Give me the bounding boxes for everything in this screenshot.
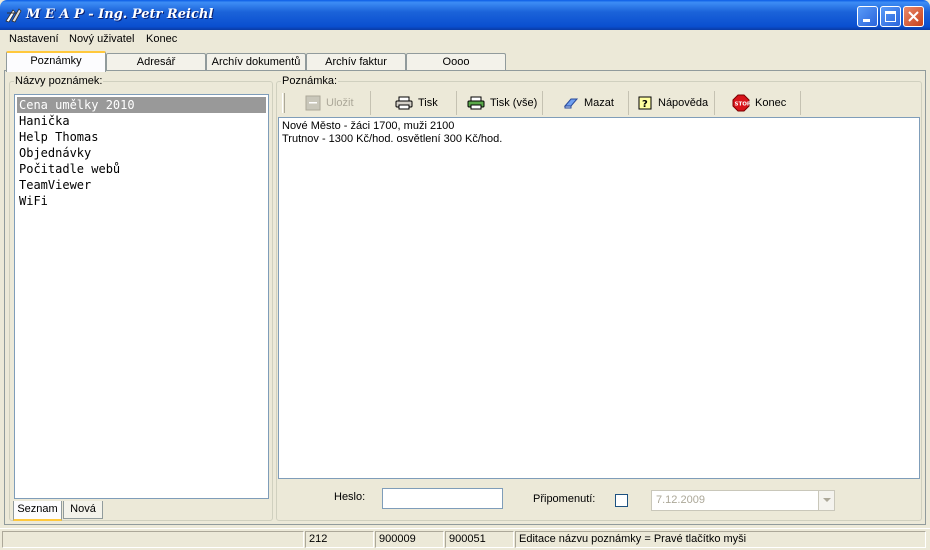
help-icon: ? bbox=[638, 96, 652, 110]
toolbar-grip[interactable] bbox=[282, 93, 285, 113]
notes-list[interactable]: Cena umělky 2010 Hanička Help Thomas Obj… bbox=[14, 94, 269, 499]
note-line: Trutnov - 1300 Kč/hod. osvětlení 300 Kč/… bbox=[282, 133, 503, 145]
status-cell: 900009 bbox=[375, 531, 444, 548]
reminder-label: Připomenutí: bbox=[533, 493, 596, 505]
list-item[interactable]: TeamViewer bbox=[17, 177, 266, 193]
subtab-list[interactable]: Seznam bbox=[13, 501, 62, 521]
help-button[interactable]: ? Nápověda bbox=[629, 91, 715, 115]
close-icon bbox=[908, 11, 919, 22]
exit-label: Konec bbox=[755, 97, 787, 109]
window-title: M E A P - Ing. Petr Reichl bbox=[26, 7, 214, 22]
reminder-checkbox[interactable] bbox=[615, 494, 628, 507]
menu-new-user[interactable]: Nový uživatel bbox=[69, 33, 134, 45]
note-toolbar: Uložit Tisk Tisk (vše) Mazat ? Nápověda bbox=[279, 90, 919, 116]
maximize-button[interactable] bbox=[880, 6, 901, 27]
print-label: Tisk bbox=[418, 97, 438, 109]
reminder-date-value: 7.12.2009 bbox=[656, 494, 705, 506]
status-cell: 212 bbox=[305, 531, 374, 548]
list-item[interactable]: Hanička bbox=[17, 113, 266, 129]
tab-address-book[interactable]: Adresář bbox=[106, 53, 206, 71]
status-hint: Editace názvu poznámky = Pravé tlačítko … bbox=[515, 531, 926, 548]
svg-text:STOP: STOP bbox=[735, 102, 751, 108]
save-button[interactable]: Uložit bbox=[291, 91, 371, 115]
reminder-date-picker[interactable]: 7.12.2009 bbox=[651, 490, 835, 511]
note-label: Poznámka: bbox=[281, 75, 339, 87]
stop-icon: STOP bbox=[732, 94, 750, 112]
status-cell: 900051 bbox=[445, 531, 514, 548]
chevron-down-icon bbox=[823, 498, 831, 502]
list-item[interactable]: Cena umělky 2010 bbox=[17, 97, 266, 113]
password-input[interactable] bbox=[382, 488, 503, 509]
exit-button[interactable]: STOP Konec bbox=[715, 91, 801, 115]
note-editor[interactable]: Nové Město - žáci 1700, muži 2100 Trutno… bbox=[278, 117, 920, 479]
notes-names-label: Názvy poznámek: bbox=[14, 75, 104, 87]
subtab-new[interactable]: Nová bbox=[63, 501, 103, 519]
print-all-label: Tisk (vše) bbox=[490, 97, 538, 109]
svg-text:?: ? bbox=[642, 99, 648, 110]
printer-icon bbox=[395, 96, 413, 110]
tab-invoices[interactable]: Archív faktur bbox=[306, 53, 406, 71]
status-bar: 212 900009 900051 Editace názvu poznámky… bbox=[0, 528, 930, 550]
tab-documents[interactable]: Archív dokumentů bbox=[206, 53, 306, 71]
list-item[interactable]: WiFi bbox=[17, 193, 266, 209]
menu-settings[interactable]: Nastavení bbox=[9, 33, 59, 45]
tab-oooo[interactable]: Oooo bbox=[406, 53, 506, 71]
status-cell bbox=[2, 531, 304, 548]
menu-exit[interactable]: Konec bbox=[146, 33, 177, 45]
delete-label: Mazat bbox=[584, 97, 614, 109]
dropdown-button[interactable] bbox=[818, 491, 834, 510]
eraser-icon bbox=[563, 98, 579, 109]
save-icon bbox=[305, 95, 321, 111]
app-icon bbox=[5, 8, 22, 23]
list-item[interactable]: Help Thomas bbox=[17, 129, 266, 145]
list-item[interactable]: Objednávky bbox=[17, 145, 266, 161]
save-label: Uložit bbox=[326, 97, 354, 109]
note-line: Nové Město - žáci 1700, muži 2100 bbox=[282, 120, 455, 132]
printer-all-icon bbox=[467, 96, 485, 110]
title-bar: M E A P - Ing. Petr Reichl bbox=[0, 0, 930, 30]
print-all-button[interactable]: Tisk (vše) bbox=[457, 91, 543, 115]
main-tabs: Poznámky Adresář Archív dokumentů Archív… bbox=[4, 51, 924, 72]
close-button[interactable] bbox=[903, 6, 924, 27]
menu-bar: Nastavení Nový uživatel Konec bbox=[0, 30, 930, 48]
delete-button[interactable]: Mazat bbox=[543, 91, 629, 115]
password-label: Heslo: bbox=[334, 491, 366, 503]
minimize-button[interactable] bbox=[857, 6, 878, 27]
list-item[interactable]: Počitadle webů bbox=[17, 161, 266, 177]
tab-notes[interactable]: Poznámky bbox=[6, 51, 106, 72]
print-button[interactable]: Tisk bbox=[371, 91, 457, 115]
help-label: Nápověda bbox=[658, 97, 709, 109]
